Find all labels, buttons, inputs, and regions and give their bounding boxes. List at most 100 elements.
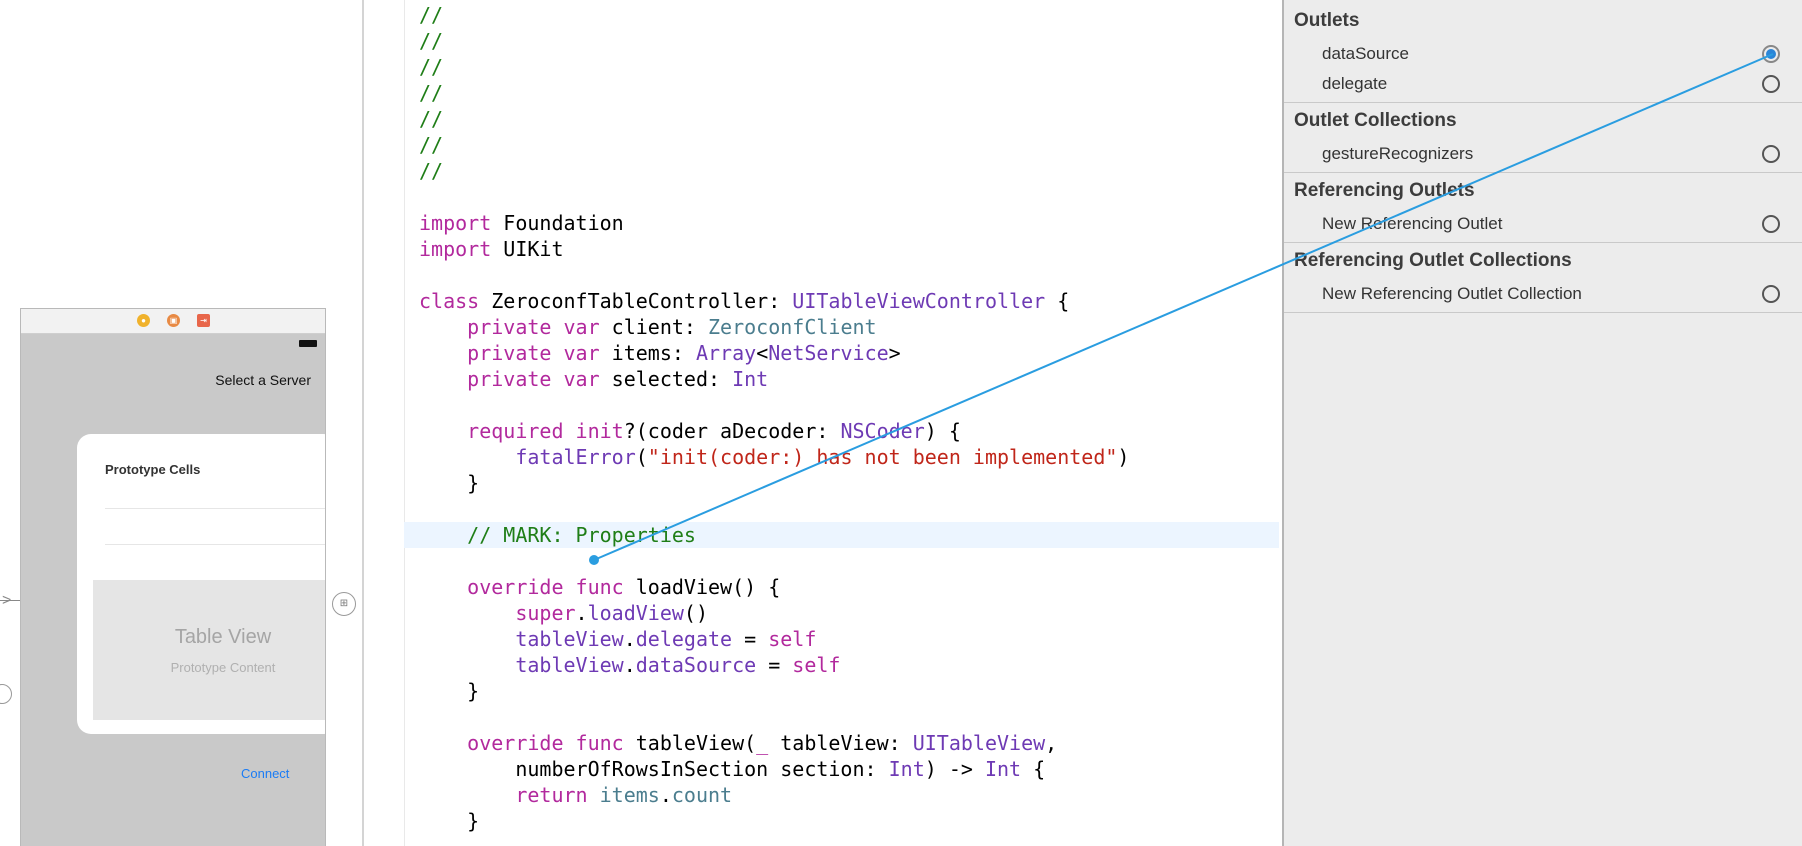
- code-token: ?(coder aDecoder:: [623, 419, 841, 443]
- code-line[interactable]: class ZeroconfTableController: UITableVi…: [419, 288, 1279, 314]
- gesture-recognizers-connection[interactable]: [1762, 145, 1780, 163]
- code-token: (: [635, 445, 648, 469]
- code-token: UITableViewController: [792, 289, 1046, 313]
- code-line[interactable]: return items.count: [419, 782, 1279, 808]
- code-line[interactable]: [419, 392, 1279, 418]
- segue-badge-icon[interactable]: ⊞: [332, 592, 356, 616]
- code-token: //: [419, 133, 444, 157]
- code-line[interactable]: //: [419, 54, 1279, 80]
- code-line[interactable]: tableView.delegate = self: [419, 626, 1279, 652]
- table-view-controller-scene[interactable]: ● ▣ ⇥ Select a Server Prototype Cells Ta…: [20, 308, 326, 846]
- code-token: .: [623, 627, 636, 651]
- code-token: NSCoder: [840, 419, 925, 443]
- new-referencing-outlet-collection-connection[interactable]: [1762, 285, 1780, 303]
- storyboard-canvas[interactable]: > ● ▣ ⇥ Select a Server Prototype Cells …: [0, 0, 362, 846]
- section-divider: [1284, 102, 1802, 103]
- segue-badge-icon[interactable]: [0, 684, 12, 704]
- code-line[interactable]: [419, 262, 1279, 288]
- code-token: import: [419, 211, 492, 235]
- code-line[interactable]: //: [419, 158, 1279, 184]
- exit-icon[interactable]: ⇥: [197, 314, 210, 327]
- code-line[interactable]: required init?(coder aDecoder: NSCoder) …: [419, 418, 1279, 444]
- code-line[interactable]: }: [419, 470, 1279, 496]
- table-view-placeholder[interactable]: Table View Prototype Content: [93, 580, 325, 720]
- code-token: .: [623, 653, 636, 677]
- code-token: ) {: [924, 419, 961, 443]
- view-controller-icon[interactable]: ●: [137, 314, 150, 327]
- code-line[interactable]: //: [419, 106, 1279, 132]
- code-token: numberOfRowsInSection section:: [419, 757, 889, 781]
- new-referencing-outlet: New Referencing Outlet: [1322, 214, 1503, 233]
- code-token: "init(coder:) has not been implemented": [647, 445, 1118, 469]
- code-line[interactable]: private var items: Array<NetService>: [419, 340, 1279, 366]
- code-line[interactable]: //: [419, 2, 1279, 28]
- code-token: //: [419, 3, 444, 27]
- outlet-datasource: dataSource: [1322, 44, 1409, 63]
- code-token: {: [1045, 289, 1070, 313]
- code-line[interactable]: numberOfRowsInSection section: Int) -> I…: [419, 756, 1279, 782]
- code-token: selected:: [599, 367, 733, 391]
- cell-separator: [105, 544, 325, 545]
- code-line[interactable]: override func tableView(_ tableView: UIT…: [419, 730, 1279, 756]
- outlet-datasource-connection[interactable]: [1762, 45, 1780, 63]
- code-token: super: [515, 601, 576, 625]
- outlet-delegate-connection[interactable]: [1762, 75, 1780, 93]
- code-token: >: [888, 341, 901, 365]
- code-line[interactable]: super.loadView(): [419, 600, 1279, 626]
- code-line[interactable]: tableView.dataSource = self: [419, 652, 1279, 678]
- code-line[interactable]: [419, 548, 1279, 574]
- code-token: ,: [1045, 731, 1058, 755]
- segue-arrow-icon: >: [2, 592, 12, 609]
- table-view-card[interactable]: Prototype Cells Table View Prototype Con…: [77, 434, 325, 734]
- connect-button[interactable]: Connect: [241, 766, 289, 781]
- code-token: private: [467, 341, 552, 365]
- new-referencing-outlet-connection[interactable]: [1762, 215, 1780, 233]
- editor-gutter[interactable]: [364, 0, 405, 846]
- code-line[interactable]: private var client: ZeroconfClient: [419, 314, 1279, 340]
- code-token: loadView: [587, 601, 684, 625]
- code-lines[interactable]: ////////////// import Foundation import U…: [404, 2, 1279, 834]
- code-line[interactable]: private var selected: Int: [419, 366, 1279, 392]
- code-line[interactable]: import UIKit: [419, 236, 1279, 262]
- code-line[interactable]: }: [419, 678, 1279, 704]
- code-token: self: [768, 627, 817, 651]
- code-line[interactable]: override func loadView() {: [419, 574, 1279, 600]
- outlet-delegate: delegate: [1322, 74, 1388, 93]
- code-token: Int: [888, 757, 925, 781]
- code-line[interactable]: }: [419, 808, 1279, 834]
- code-token: =: [756, 653, 793, 677]
- code-line[interactable]: // MARK: Properties: [404, 522, 1279, 548]
- code-editor[interactable]: ////////////// import Foundation import U…: [364, 0, 1282, 846]
- first-responder-icon[interactable]: ▣: [167, 314, 180, 327]
- section-divider: [1284, 172, 1802, 173]
- code-token: ) ->: [924, 757, 985, 781]
- table-view-subtitle: Prototype Content: [170, 660, 276, 675]
- code-token: func: [575, 575, 624, 599]
- code-line[interactable]: import Foundation: [419, 210, 1279, 236]
- code-line[interactable]: [419, 704, 1279, 730]
- referencing-outlets-header: Referencing Outlets: [1294, 180, 1475, 201]
- code-line[interactable]: //: [419, 132, 1279, 158]
- code-token: loadView() {: [623, 575, 781, 599]
- prototype-cells-label: Prototype Cells: [105, 462, 201, 477]
- section-divider: [1284, 242, 1802, 243]
- code-token: tableView: [515, 653, 624, 677]
- code-line[interactable]: fatalError("init(coder:) has not been im…: [419, 444, 1279, 470]
- scene-dock: ● ▣ ⇥: [21, 309, 325, 334]
- code-token: var: [563, 315, 600, 339]
- code-line[interactable]: [419, 496, 1279, 522]
- code-line[interactable]: //: [419, 28, 1279, 54]
- code-line[interactable]: //: [419, 80, 1279, 106]
- code-line[interactable]: [419, 184, 1279, 210]
